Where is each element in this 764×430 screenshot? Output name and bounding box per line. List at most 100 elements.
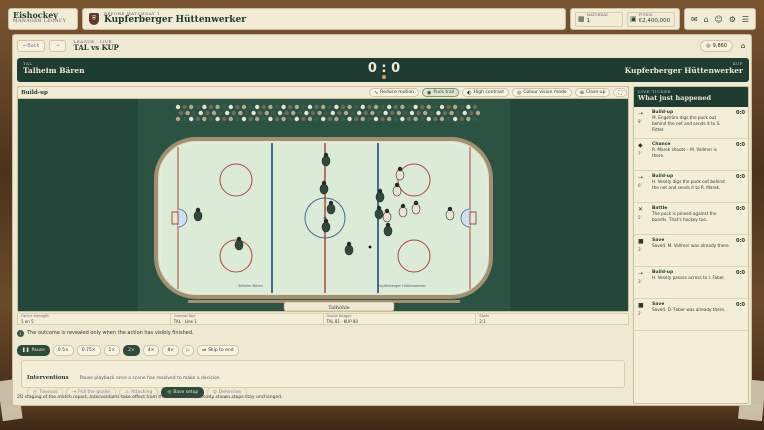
spectator bbox=[453, 104, 458, 110]
spectator bbox=[449, 110, 454, 116]
scoreboard: TAL Talheim Bären 0 : 0 KUP Kupferberger… bbox=[17, 58, 749, 82]
ticker-label: LIVE TICKER bbox=[638, 89, 672, 94]
reduce-motion-toggle[interactable]: ∿ Reduce motion bbox=[368, 88, 419, 97]
spectator bbox=[321, 104, 326, 110]
match-screen: ← Back → LEAGUE · LIVE TAL vs KUP ◎ 9,860… bbox=[12, 34, 752, 406]
ticker-event: ✕ 5' 0:0 Battle The puck is pinned against t… bbox=[634, 203, 748, 235]
event-text: Saved. D. Faber was already there. bbox=[652, 307, 726, 313]
info-goalie: Goalie fatigue TAL 81 · KUP 80 bbox=[324, 314, 477, 324]
spectator bbox=[241, 116, 247, 122]
spectator bbox=[189, 116, 194, 122]
phase-title: Build-up bbox=[21, 89, 48, 96]
next-opponent-panel[interactable]: ⛨ BEFORE MATCHDAY 1 Kupferberger Hüttenw… bbox=[82, 8, 566, 30]
score: 0 : 0 bbox=[367, 61, 401, 76]
spectator bbox=[459, 116, 464, 122]
close-up-toggle[interactable]: ⊕ Close-up bbox=[574, 88, 611, 97]
rink-svg: Talheim Bären Kupferberger Hüttenwerker … bbox=[18, 99, 628, 311]
spectator bbox=[413, 116, 418, 122]
battle-icon: ✕ bbox=[638, 206, 644, 213]
speed-1-button[interactable]: 1× bbox=[103, 344, 121, 356]
event-score: 0:0 bbox=[736, 238, 745, 244]
spectator bbox=[274, 104, 280, 110]
event-text: R. Marek shoots – M. Vollmer is there. bbox=[652, 147, 717, 159]
spectator bbox=[380, 116, 385, 122]
spectator bbox=[340, 104, 346, 110]
spectator bbox=[314, 104, 319, 110]
coins-value: 9,860 bbox=[712, 43, 727, 49]
bench-label: Talhöhle bbox=[328, 305, 350, 311]
speed-8-button[interactable]: 8× bbox=[162, 344, 180, 356]
home-abbr: TAL bbox=[23, 61, 33, 66]
colour-vision-toggle[interactable]: ◎ Colour vision mode bbox=[511, 88, 572, 97]
spectator bbox=[327, 104, 332, 110]
speed-0-5-button[interactable]: 0.5× bbox=[52, 344, 74, 356]
pause-button[interactable]: ❚❚ Pause bbox=[17, 344, 50, 356]
save-icon: ■ bbox=[638, 238, 644, 245]
spectator bbox=[175, 116, 181, 122]
spectator bbox=[420, 116, 425, 122]
spectator bbox=[255, 116, 260, 122]
event-text: H. Vesely passes across to I. Faber. bbox=[652, 275, 725, 281]
speed-4-button[interactable]: 4× bbox=[142, 344, 160, 356]
spectator bbox=[347, 104, 352, 110]
spectator bbox=[406, 116, 412, 122]
spectator bbox=[255, 104, 260, 110]
event-text: H. Vesely digs the puck out behind the n… bbox=[652, 179, 725, 191]
spectator bbox=[251, 110, 256, 116]
spectator bbox=[189, 104, 194, 110]
coin-icon: ◎ bbox=[706, 43, 711, 49]
spectator bbox=[228, 116, 233, 122]
home-icon[interactable]: ⌂ bbox=[737, 40, 749, 52]
match-subheader: ← Back → LEAGUE · LIVE TAL vs KUP ◎ 9,860… bbox=[17, 38, 749, 54]
fullscreen-button[interactable]: ⛶ bbox=[613, 88, 627, 97]
gear-icon[interactable]: ⚙ bbox=[729, 15, 736, 24]
spectator bbox=[274, 116, 280, 122]
back-button[interactable]: ← Back bbox=[17, 40, 46, 52]
spectator bbox=[442, 110, 448, 116]
event-score: 0:0 bbox=[736, 110, 745, 116]
spectator bbox=[185, 110, 190, 116]
spectator bbox=[235, 104, 240, 110]
forward-button[interactable]: → bbox=[49, 40, 66, 52]
skip-icon: ⏭ bbox=[202, 348, 207, 353]
spectator bbox=[446, 104, 451, 110]
step-button[interactable]: ▷ bbox=[182, 344, 195, 356]
spectator bbox=[182, 104, 187, 110]
spectator bbox=[360, 104, 365, 110]
spectator bbox=[317, 110, 322, 116]
spectator bbox=[373, 104, 379, 110]
menu-icon[interactable]: ☰ bbox=[742, 15, 749, 24]
high-contrast-toggle[interactable]: ◐ High contrast bbox=[462, 88, 509, 97]
coins-badge[interactable]: ◎ 9,860 bbox=[700, 40, 733, 52]
brand-logo[interactable]: Eishockey MANAGER LEGACY bbox=[8, 8, 78, 30]
puck-trail-toggle[interactable]: ◉ Puck trail bbox=[422, 88, 460, 97]
spectator bbox=[192, 110, 197, 116]
inbox-icon[interactable]: ✉ bbox=[691, 15, 698, 24]
event-score: 0:0 bbox=[736, 270, 745, 276]
home-name: Talheim Bären bbox=[23, 66, 85, 75]
sim-toolbar: Build-up ∿ Reduce motion ◉ Puck trail ◐ Hig… bbox=[18, 87, 628, 99]
spectator bbox=[343, 110, 349, 116]
speed-0-75-button[interactable]: 0.75× bbox=[76, 344, 101, 356]
spectator bbox=[387, 104, 392, 110]
away-team: KUP Kupferberger Hüttenwerker bbox=[625, 62, 743, 76]
footnote: 2D staging of the match report. Interven… bbox=[17, 395, 283, 400]
ticker-event: ■ 3' 0:0 Save Saved. M. Vollmer was already … bbox=[634, 235, 748, 267]
spectator bbox=[244, 110, 250, 116]
chance-icon: ◆ bbox=[638, 142, 643, 149]
speed-2-button[interactable]: 2× bbox=[123, 344, 140, 356]
spectator bbox=[268, 104, 273, 110]
event-text: Saved. M. Vollmer was already there. bbox=[652, 243, 730, 249]
spectator bbox=[354, 116, 359, 122]
spectator bbox=[198, 110, 203, 116]
away-abbr: KUP bbox=[732, 61, 743, 66]
spectator bbox=[307, 104, 313, 110]
spectator bbox=[202, 116, 207, 122]
skip-to-end-button[interactable]: ⏭ Skip to end bbox=[197, 344, 239, 356]
pause-icon: ❚❚ bbox=[22, 347, 30, 353]
spectator bbox=[175, 104, 181, 110]
skip-label: Skip to end bbox=[208, 347, 234, 353]
people-icon[interactable]: ☺ bbox=[715, 15, 723, 24]
home-icon[interactable]: ⌂ bbox=[704, 15, 709, 24]
motion-icon: ∿ bbox=[373, 89, 379, 96]
